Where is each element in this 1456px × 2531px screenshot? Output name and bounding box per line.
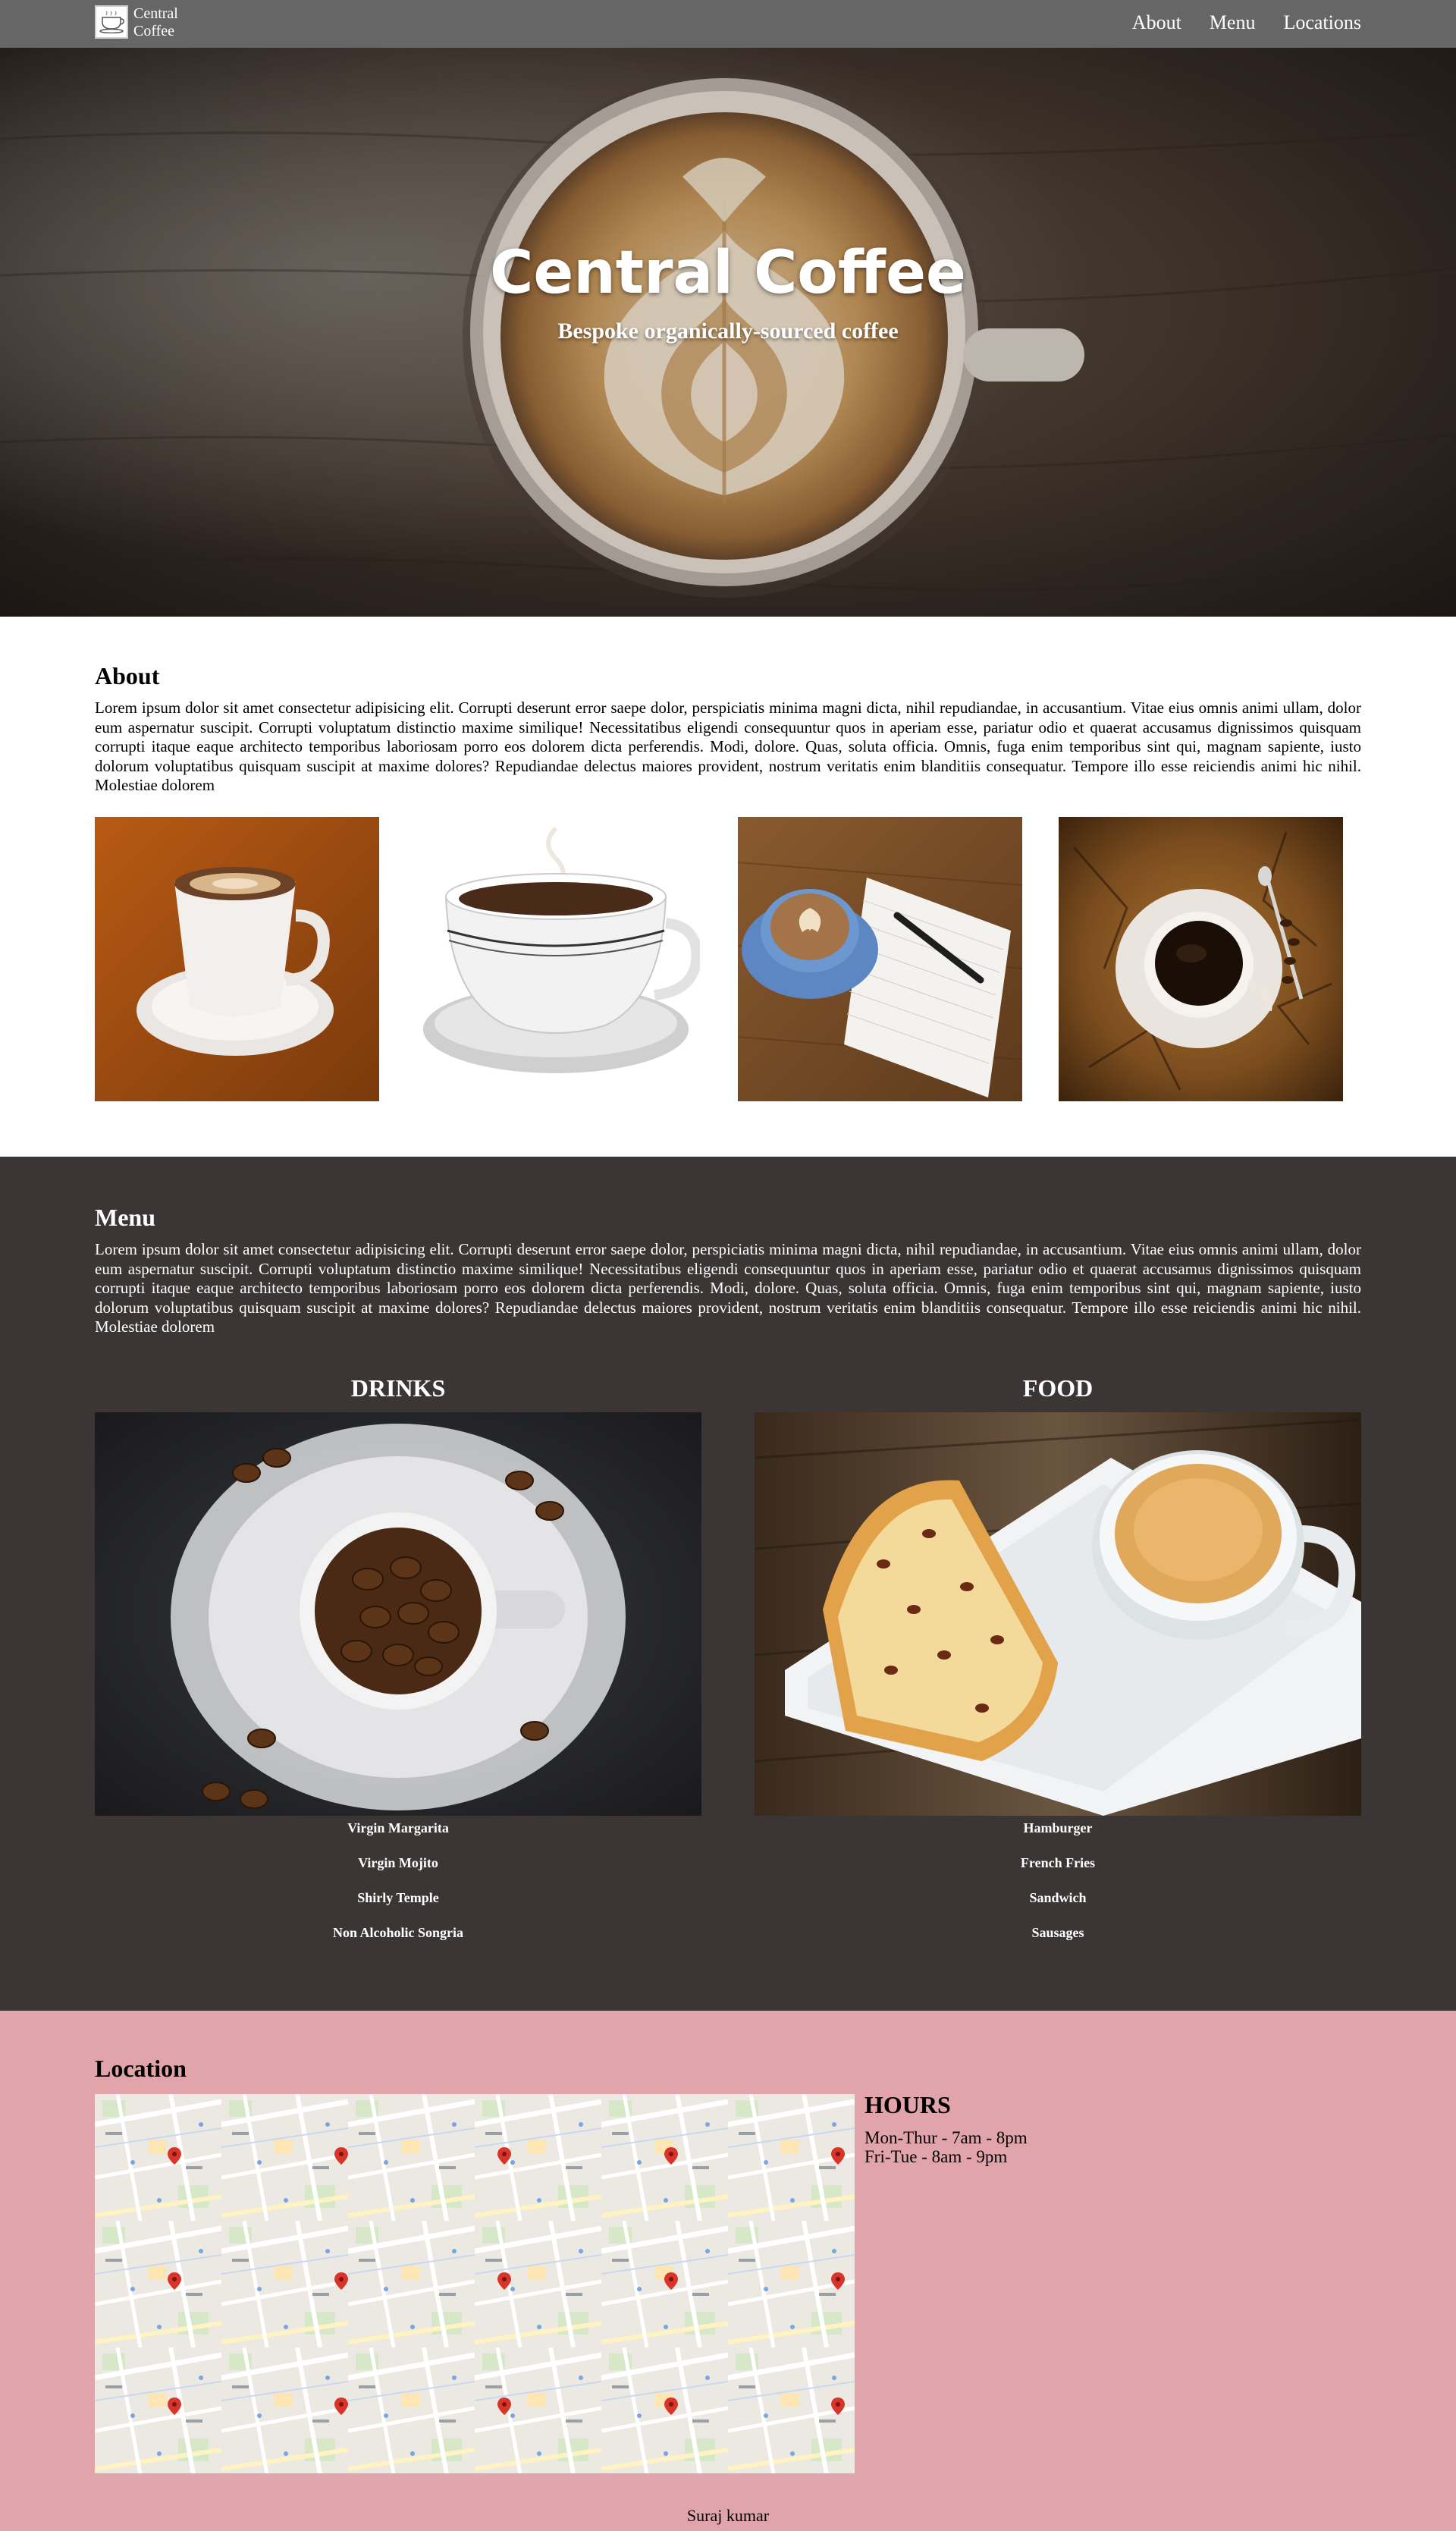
- nav-link-about[interactable]: About: [1132, 11, 1181, 35]
- nav-link-locations[interactable]: Locations: [1283, 11, 1361, 35]
- location-section: Location HOURS Mon-Thur - 7am - 8pm Fri-…: [0, 2011, 1456, 2531]
- nav-link-menu[interactable]: Menu: [1210, 11, 1256, 35]
- hero-subtitle: Bespoke organically-sourced coffee: [557, 319, 899, 344]
- location-map[interactable]: [95, 2094, 855, 2473]
- nav-links: About Menu Locations: [1132, 11, 1361, 35]
- footer-credit: Suraj kumar: [686, 2506, 770, 2525]
- menu-body: Lorem ipsum dolor sit amet consectetur a…: [95, 1240, 1361, 1336]
- menu-heading: Menu: [95, 1204, 155, 1231]
- menu-section: Menu Lorem ipsum dolor sit amet consecte…: [0, 1157, 1456, 2011]
- location-heading: Location: [95, 2055, 187, 2082]
- espresso-stump-photo: [1059, 817, 1343, 1101]
- food-item[interactable]: Sandwich: [755, 1890, 1361, 1906]
- food-title: FOOD: [1022, 1374, 1094, 1402]
- hours-title: HOURS: [864, 2091, 951, 2118]
- coffee-beans-photo: [95, 1412, 701, 1816]
- food-item[interactable]: French Fries: [755, 1855, 1361, 1871]
- navbar: Central Coffee About Menu Locations: [0, 0, 1456, 48]
- brand[interactable]: Central Coffee: [95, 5, 194, 40]
- hours-line: Fri-Tue - 8am - 9pm: [864, 2147, 1008, 2166]
- coffee-cake-photo: [755, 1412, 1361, 1816]
- drink-item[interactable]: Virgin Mojito: [95, 1855, 701, 1871]
- hero-title: Central Coffee: [490, 239, 966, 307]
- coffee-cup-logo-icon: [95, 5, 128, 39]
- hours-line: Mon-Thur - 7am - 8pm: [864, 2128, 1028, 2147]
- latte-notebook-photo: [738, 817, 1022, 1101]
- about-section: About Lorem ipsum dolor sit amet consect…: [0, 617, 1456, 1157]
- about-heading: About: [95, 662, 160, 689]
- white-cup-photo: [416, 817, 700, 1101]
- hero-banner: Central Coffee Bespoke organically-sourc…: [0, 48, 1456, 617]
- drink-item[interactable]: Non Alcoholic Songria: [95, 1925, 701, 1941]
- brand-name: Central Coffee: [133, 5, 178, 39]
- food-item[interactable]: Hamburger: [755, 1820, 1361, 1836]
- cappuccino-photo: [95, 817, 379, 1101]
- drink-item[interactable]: Shirly Temple: [95, 1890, 701, 1906]
- about-body: Lorem ipsum dolor sit amet consectetur a…: [95, 699, 1361, 794]
- drinks-title: DRINKS: [350, 1374, 446, 1402]
- drink-item[interactable]: Virgin Margarita: [95, 1820, 701, 1836]
- food-item[interactable]: Sausages: [755, 1925, 1361, 1941]
